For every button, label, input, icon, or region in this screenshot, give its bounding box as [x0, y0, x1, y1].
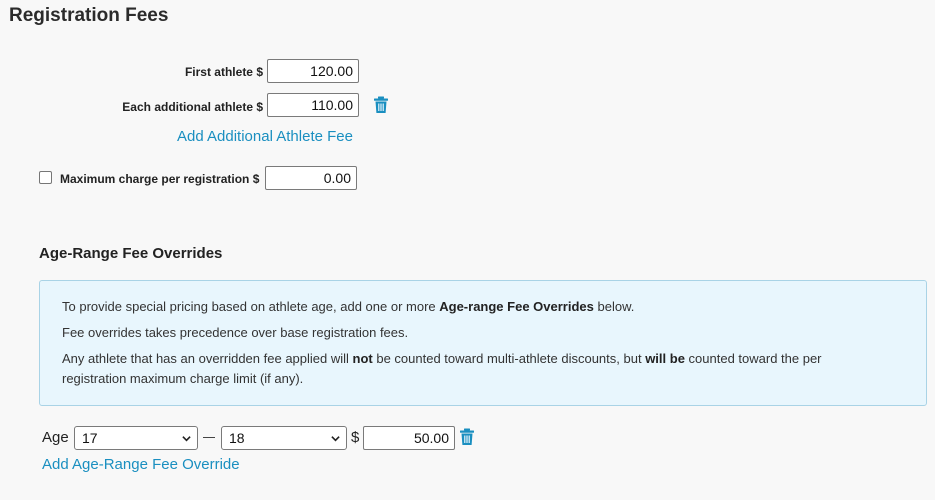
additional-athlete-fee-input[interactable]: [267, 93, 359, 117]
trash-icon[interactable]: [373, 96, 389, 114]
max-age-value: 18: [229, 430, 245, 446]
info-line-2: Fee overrides takes precedence over base…: [62, 325, 409, 340]
max-age-select[interactable]: 18: [221, 426, 347, 450]
first-athlete-fee-input[interactable]: [267, 59, 359, 83]
max-charge-label: Maximum charge per registration $: [60, 172, 260, 186]
chevron-down-icon: [331, 436, 340, 442]
first-athlete-label: First athlete $: [184, 65, 263, 79]
add-age-range-override-link[interactable]: Add Age-Range Fee Override: [42, 456, 240, 473]
override-amount-input[interactable]: [363, 426, 455, 450]
min-age-value: 17: [82, 430, 98, 446]
additional-athlete-label: Each additional athlete $: [122, 100, 263, 114]
min-age-select[interactable]: 17: [74, 426, 198, 450]
max-charge-input[interactable]: [265, 166, 357, 190]
info-line-4: registration maximum charge limit (if an…: [62, 371, 304, 386]
currency-symbol: $: [351, 429, 360, 446]
overrides-info-box: To provide special pricing based on athl…: [39, 280, 927, 406]
info-line-1: To provide special pricing based on athl…: [62, 299, 635, 314]
max-charge-checkbox[interactable]: [39, 171, 52, 184]
trash-icon[interactable]: [459, 428, 475, 446]
info-line-3: Any athlete that has an overridden fee a…: [62, 351, 822, 366]
page-title: Registration Fees: [9, 5, 169, 26]
range-separator: [203, 437, 215, 438]
overrides-section-title: Age-Range Fee Overrides: [39, 245, 223, 262]
add-additional-athlete-fee-link[interactable]: Add Additional Athlete Fee: [177, 128, 353, 145]
age-label: Age: [42, 429, 69, 446]
chevron-down-icon: [182, 436, 191, 442]
